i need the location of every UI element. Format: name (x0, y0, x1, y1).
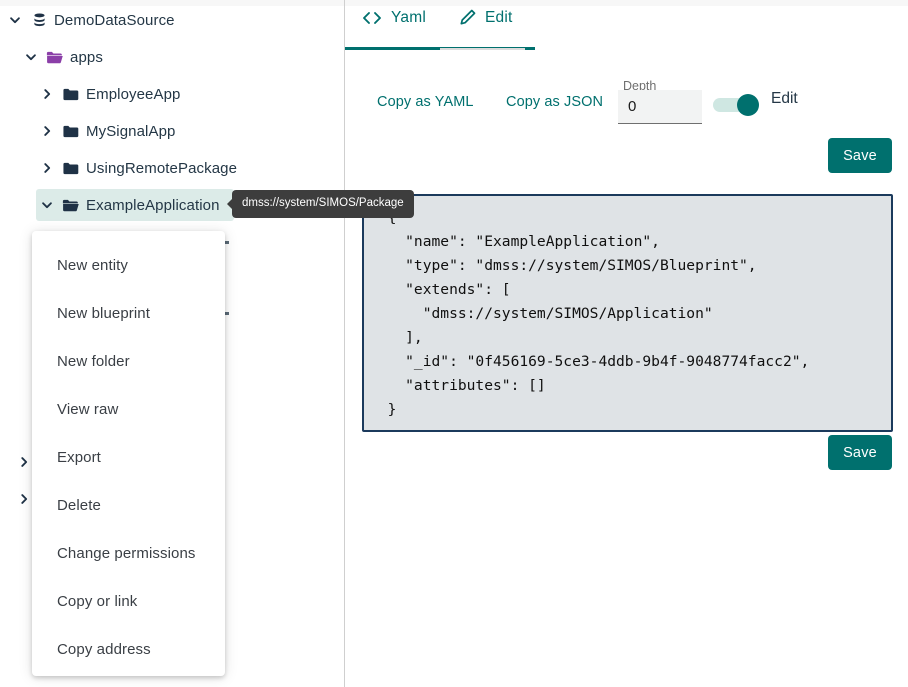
database-icon (26, 12, 52, 29)
tree-item-label: MySignalApp (86, 122, 176, 140)
depth-input[interactable] (618, 90, 702, 124)
menu-item-new-folder[interactable]: New folder (32, 337, 225, 385)
entity-toolbar: Copy as YAML Copy as JSON Depth Edit (345, 70, 908, 130)
menu-item-label: Copy or link (57, 592, 138, 610)
json-code-editor[interactable]: { "name": "ExampleApplication", "type": … (362, 194, 893, 432)
json-code-content: { "name": "ExampleApplication", "type": … (387, 209, 810, 418)
menu-item-label: Copy address (57, 640, 151, 658)
menu-item-label: Change permissions (57, 544, 196, 562)
tree-item-apps[interactable]: apps (20, 41, 117, 73)
menu-item-label: Delete (57, 496, 101, 514)
menu-item-label: New folder (57, 352, 130, 370)
tree-node-tooltip: dmss://system/SIMOS/Package (227, 190, 414, 218)
edit-toggle[interactable] (713, 94, 761, 116)
chevron-right-icon[interactable] (36, 83, 58, 105)
tree-item-label: apps (70, 48, 103, 66)
menu-item-new-entity[interactable]: New entity (32, 241, 225, 289)
menu-item-change-permissions[interactable]: Change permissions (32, 529, 225, 577)
copy-as-yaml-button[interactable]: Copy as YAML (377, 94, 474, 110)
folder-icon (58, 87, 84, 102)
folder-icon (58, 124, 84, 139)
menu-item-view-raw[interactable]: View raw (32, 385, 225, 433)
tree-item-demodatasource[interactable]: DemoDataSource (4, 4, 189, 36)
save-button-top[interactable]: Save (828, 138, 892, 173)
chevron-down-icon[interactable] (4, 9, 26, 31)
chevron-right-icon[interactable] (36, 120, 58, 142)
menu-item-delete[interactable]: Delete (32, 481, 225, 529)
folder-open-icon (58, 198, 84, 213)
context-menu: New entity New blueprint New folder View ra… (32, 231, 225, 676)
toggle-knob (737, 94, 759, 116)
folder-icon (58, 161, 84, 176)
save-button-bottom[interactable]: Save (828, 435, 892, 470)
copy-as-json-button[interactable]: Copy as JSON (506, 94, 603, 110)
tree-item-usingremotepackage[interactable]: UsingRemotePackage (36, 152, 251, 184)
chevron-right-icon[interactable] (36, 157, 58, 179)
folder-open-purple-icon (42, 50, 68, 65)
chevron-down-icon[interactable] (36, 194, 58, 216)
app-window: DemoDataSource apps EmployeeApp MySignalApp… (0, 0, 908, 687)
tree-item-mysignalapp[interactable]: MySignalApp (36, 115, 189, 147)
edit-toggle-label: Edit (771, 90, 798, 107)
tree-item-label: DemoDataSource (54, 11, 175, 29)
menu-item-copy-address[interactable]: Copy address (32, 625, 225, 673)
chevron-down-icon[interactable] (20, 46, 42, 68)
menu-item-new-blueprint[interactable]: New blueprint (32, 289, 225, 337)
tree-item-label: ExampleApplication (86, 196, 220, 214)
menu-item-label: Export (57, 448, 101, 466)
menu-item-label: View raw (57, 400, 119, 418)
menu-item-label: New blueprint (57, 304, 151, 322)
tree-item-label: EmployeeApp (86, 85, 181, 103)
menu-item-export[interactable]: Export (32, 433, 225, 481)
tree-item-exampleapplication[interactable]: ExampleApplication (36, 189, 234, 221)
tree-item-label: UsingRemotePackage (86, 159, 238, 177)
tree-item-employeeapp[interactable]: EmployeeApp (36, 78, 195, 110)
menu-item-label: New entity (57, 256, 129, 274)
entity-toolbar-wrap: Copy as YAML Copy as JSON Depth Edit Sav… (345, 0, 908, 687)
menu-item-copy-or-link[interactable]: Copy or link (32, 577, 225, 625)
